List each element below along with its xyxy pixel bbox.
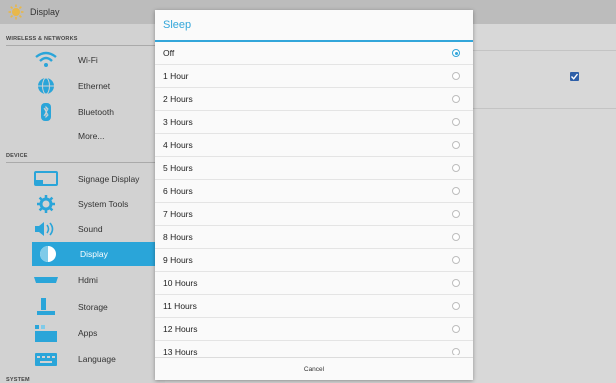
radio-selected-icon[interactable] <box>452 49 460 57</box>
section-divider <box>6 45 156 46</box>
sidebar-item-apps[interactable]: Apps <box>30 321 160 345</box>
sleep-options-list[interactable]: Off 1 Hour 2 Hours 3 Hours 4 Hours 5 Hou… <box>155 42 473 355</box>
radio-unselected-icon[interactable] <box>452 325 460 333</box>
option-label: Off <box>163 48 175 58</box>
sidebar-item-label: Storage <box>78 302 108 312</box>
sleep-option-12-hours[interactable]: 12 Hours <box>155 318 473 341</box>
sidebar-item-label: More... <box>78 131 105 141</box>
sidebar-item-more[interactable]: More... <box>30 124 160 148</box>
cancel-button[interactable]: Cancel <box>304 366 324 373</box>
sidebar-item-ethernet[interactable]: Ethernet <box>30 74 160 98</box>
globe-icon <box>38 77 54 95</box>
radio-unselected-icon[interactable] <box>452 279 460 287</box>
radio-unselected-icon[interactable] <box>452 210 460 218</box>
section-header-device: DEVICE <box>6 153 28 159</box>
sleep-option-2-hours[interactable]: 2 Hours <box>155 88 473 111</box>
radio-unselected-icon[interactable] <box>452 348 460 355</box>
sidebar-item-hdmi[interactable]: Hdmi <box>30 268 160 292</box>
option-label: 2 Hours <box>163 94 193 104</box>
radio-unselected-icon[interactable] <box>452 302 460 310</box>
radio-unselected-icon[interactable] <box>452 256 460 264</box>
option-label: 1 Hour <box>163 71 189 81</box>
sidebar-item-label: Hdmi <box>78 275 98 285</box>
sleep-dialog: Sleep Off 1 Hour 2 Hours 3 Hours 4 Hours… <box>155 10 473 380</box>
storage-icon <box>37 298 55 315</box>
option-label: 4 Hours <box>163 140 193 150</box>
radio-unselected-icon[interactable] <box>452 187 460 195</box>
section-header-system: SYSTEM <box>6 377 30 383</box>
radio-unselected-icon[interactable] <box>452 118 460 126</box>
sidebar-item-language[interactable]: Language <box>30 347 160 371</box>
option-label: 11 Hours <box>163 301 197 311</box>
option-label: 12 Hours <box>163 324 198 334</box>
sleep-option-4-hours[interactable]: 4 Hours <box>155 134 473 157</box>
sleep-option-9-hours[interactable]: 9 Hours <box>155 249 473 272</box>
sleep-option-3-hours[interactable]: 3 Hours <box>155 111 473 134</box>
sleep-option-7-hours[interactable]: 7 Hours <box>155 203 473 226</box>
sidebar-item-signage-display[interactable]: Signage Display <box>30 167 160 191</box>
gear-icon <box>37 195 55 213</box>
option-label: 8 Hours <box>163 232 193 242</box>
sleep-option-5-hours[interactable]: 5 Hours <box>155 157 473 180</box>
sidebar-item-system-tools[interactable]: System Tools <box>30 192 160 216</box>
sidebar-item-label: Apps <box>78 328 98 338</box>
sleep-option-13-hours[interactable]: 13 Hours <box>155 341 473 355</box>
option-label: 5 Hours <box>163 163 193 173</box>
sidebar-item-label: System Tools <box>78 199 129 209</box>
sidebar-item-label: Display <box>80 249 108 259</box>
option-label: 10 Hours <box>163 278 198 288</box>
sidebar-item-storage[interactable]: Storage <box>30 295 160 319</box>
radio-unselected-icon[interactable] <box>452 141 460 149</box>
dialog-footer: Cancel <box>155 357 473 381</box>
bluetooth-icon <box>41 103 51 121</box>
sidebar-item-wifi[interactable]: Wi-Fi <box>30 48 160 72</box>
sleep-option-8-hours[interactable]: 8 Hours <box>155 226 473 249</box>
sleep-option-11-hours[interactable]: 11 Hours <box>155 295 473 318</box>
keyboard-icon <box>35 353 57 366</box>
checkbox-checked-icon[interactable] <box>570 72 579 81</box>
option-label: 13 Hours <box>163 347 198 355</box>
sidebar-item-label: Language <box>78 354 116 364</box>
sidebar-item-label: Signage Display <box>78 174 140 184</box>
speaker-icon <box>35 222 54 236</box>
sleep-option-1-hour[interactable]: 1 Hour <box>155 65 473 88</box>
option-label: 7 Hours <box>163 209 193 219</box>
sidebar-item-label: Sound <box>78 224 103 234</box>
sidebar-item-sound[interactable]: Sound <box>30 217 160 241</box>
sleep-option-10-hours[interactable]: 10 Hours <box>155 272 473 295</box>
option-label: 3 Hours <box>163 117 193 127</box>
settings-sidebar: WIRELESS & NETWORKS Wi-Fi Ethernet Bluet… <box>0 24 160 383</box>
hdmi-icon <box>34 277 58 283</box>
sidebar-item-label: Bluetooth <box>78 107 114 117</box>
radio-unselected-icon[interactable] <box>452 95 460 103</box>
sidebar-item-display[interactable]: Display <box>32 242 160 266</box>
radio-unselected-icon[interactable] <box>452 233 460 241</box>
sleep-option-off[interactable]: Off <box>155 42 473 65</box>
option-label: 9 Hours <box>163 255 193 265</box>
dialog-title: Sleep <box>163 19 192 31</box>
section-header-wireless: WIRELESS & NETWORKS <box>6 36 78 42</box>
option-label: 6 Hours <box>163 186 193 196</box>
wifi-icon <box>35 51 57 67</box>
sidebar-item-bluetooth[interactable]: Bluetooth <box>30 100 160 124</box>
apps-icon <box>35 325 57 342</box>
sidebar-item-label: Wi-Fi <box>78 55 98 65</box>
page-title: Display <box>30 7 60 17</box>
sleep-option-6-hours[interactable]: 6 Hours <box>155 180 473 203</box>
sidebar-item-label: Ethernet <box>78 81 111 91</box>
display-icon <box>40 246 56 262</box>
radio-unselected-icon[interactable] <box>452 72 460 80</box>
dialog-title-bar: Sleep <box>155 10 473 40</box>
radio-unselected-icon[interactable] <box>452 164 460 172</box>
display-settings-icon[interactable] <box>8 4 24 20</box>
signage-display-icon <box>34 171 58 186</box>
section-divider <box>6 162 156 163</box>
